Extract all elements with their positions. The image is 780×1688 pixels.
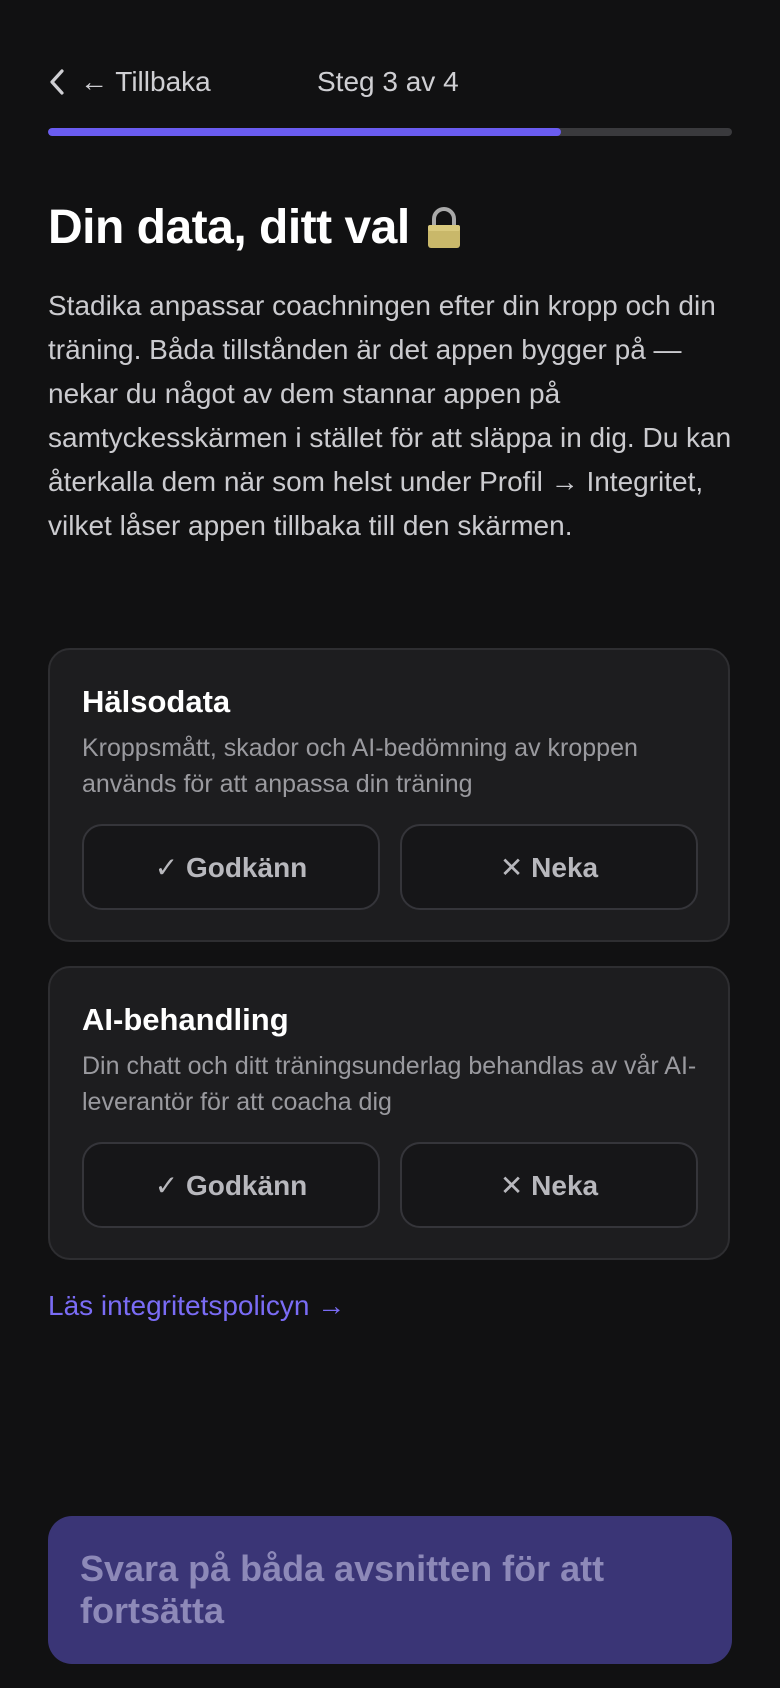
lock-icon (424, 206, 464, 250)
progress-bar (48, 128, 732, 136)
consent-card-health-data: Hälsodata Kroppsmått, skador och AI-bedö… (48, 648, 730, 942)
page-title-text: Din data, ditt val (48, 201, 410, 254)
deny-button[interactable]: ✕ Neka (400, 1142, 698, 1228)
consent-description: Kroppsmått, skador och AI-bedömning av k… (82, 734, 638, 798)
top-bar: ← Tillbaka Steg 3 av 4 (48, 58, 732, 106)
consent-title: AI-behandling (82, 1002, 289, 1037)
page-title: Din data, ditt val (48, 200, 464, 255)
continue-button-label: Svara på båda avsnitten för att fortsätt… (80, 1548, 605, 1631)
progress-fill (48, 128, 561, 136)
back-label: ← Tillbaka (80, 66, 211, 97)
continue-button[interactable]: Svara på båda avsnitten för att fortsätt… (48, 1516, 732, 1664)
chevron-left-icon (48, 68, 66, 96)
approve-button[interactable]: ✓ Godkänn (82, 824, 380, 910)
back-button[interactable]: ← Tillbaka (48, 66, 211, 98)
intro-text: Stadika anpassar coachningen efter din k… (48, 290, 732, 541)
deny-button[interactable]: ✕ Neka (400, 824, 698, 910)
privacy-policy-link[interactable]: Läs integritetspolicyn → (48, 1290, 345, 1322)
consent-description: Din chatt och ditt träningsunderlag beha… (82, 1052, 697, 1116)
consent-title: Hälsodata (82, 684, 231, 719)
step-indicator: Steg 3 av 4 (317, 66, 459, 97)
approve-button[interactable]: ✓ Godkänn (82, 1142, 380, 1228)
consent-card-ai-processing: AI-behandling Din chatt och ditt träning… (48, 966, 730, 1260)
